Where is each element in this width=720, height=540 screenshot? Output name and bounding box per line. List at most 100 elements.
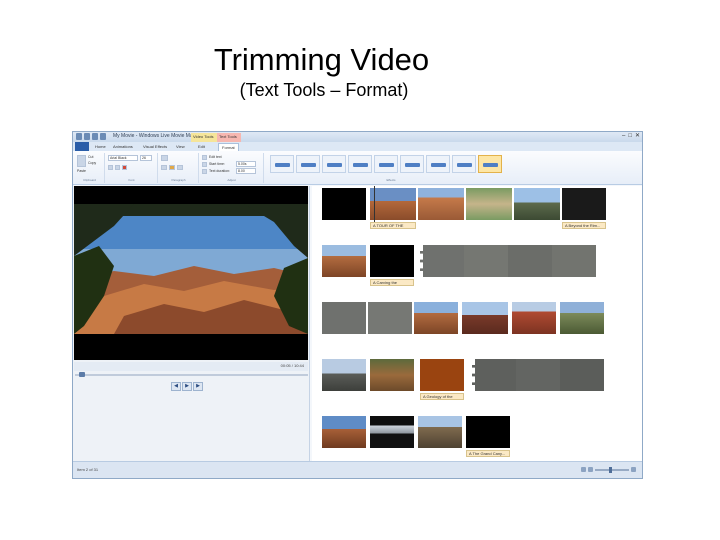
redo-icon[interactable] — [100, 133, 106, 140]
zoom-in-icon[interactable] — [631, 467, 636, 472]
close-icon[interactable]: ✕ — [635, 133, 640, 140]
align-center-icon[interactable] — [177, 165, 183, 170]
effect-slide-icon[interactable] — [426, 155, 450, 173]
font-color-icon[interactable] — [122, 165, 127, 170]
text-caption[interactable]: A TOUR OF THE — [370, 222, 416, 229]
zoom-slider[interactable] — [595, 466, 629, 473]
clip-black[interactable] — [370, 245, 414, 277]
group-label-clipboard: Clipboard — [83, 178, 96, 182]
clip-sunset-canyon[interactable] — [322, 416, 366, 448]
effect-swing-icon[interactable] — [348, 155, 372, 173]
clip-rock-face[interactable] — [464, 245, 508, 277]
cut-button[interactable]: Cut — [88, 155, 93, 159]
clip-rock-face[interactable] — [508, 245, 552, 277]
minimize-icon[interactable]: – — [622, 133, 625, 140]
copy-button[interactable]: Copy — [88, 161, 96, 165]
playhead[interactable] — [374, 186, 375, 224]
tab-view[interactable]: View — [176, 143, 185, 151]
preview-pane: 00:05 / 10:44 ◀ ▶ ▶ — [73, 186, 310, 462]
text-caption[interactable]: A Carving the — [370, 279, 414, 286]
text-caption[interactable]: A Beyond the Rim... — [562, 222, 606, 229]
effect-zoom-icon[interactable] — [400, 155, 424, 173]
quick-access-toolbar — [76, 133, 106, 140]
storyboard-row — [322, 359, 622, 391]
clip-river-bend[interactable] — [370, 359, 414, 391]
zoom-control — [581, 466, 636, 473]
play-icon[interactable]: ▶ — [182, 382, 192, 391]
storyboard-row — [322, 186, 622, 224]
group-clipboard: Paste Cut Copy Clipboard — [75, 153, 105, 183]
text-duration-label: Text duration: — [209, 169, 231, 173]
tab-edit[interactable]: Edit — [198, 143, 205, 151]
clip-canyon-layers[interactable] — [414, 302, 458, 334]
thumbnail-size-icon[interactable] — [581, 467, 586, 472]
bold-icon[interactable] — [108, 165, 113, 170]
clip-rock-face[interactable] — [420, 245, 464, 277]
edit-text-icon[interactable] — [202, 155, 207, 160]
undo-icon[interactable] — [92, 133, 98, 140]
clip-lodge[interactable] — [462, 302, 508, 334]
previous-frame-icon[interactable]: ◀ — [171, 382, 181, 391]
clip-geology-title[interactable] — [420, 359, 464, 391]
clip-canyon-view[interactable] — [322, 245, 366, 277]
clip-bird[interactable] — [472, 359, 516, 391]
start-time-value: 5.00s — [238, 162, 247, 166]
context-tab-video-tools: Video Tools — [191, 133, 217, 142]
clip-bird[interactable] — [516, 359, 560, 391]
seek-thumb[interactable] — [79, 372, 85, 377]
window-title: My Movie - Windows Live Movie Maker — [113, 133, 200, 139]
zoom-out-icon[interactable] — [588, 467, 593, 472]
next-frame-icon[interactable]: ▶ — [193, 382, 203, 391]
align-left-icon[interactable] — [161, 165, 167, 170]
effect-fly-in-icon[interactable] — [270, 155, 294, 173]
clip-canyon-trees[interactable] — [370, 188, 416, 220]
context-tab-text-tools: Text Tools — [217, 133, 241, 142]
clip-horizon[interactable] — [370, 416, 414, 448]
clip-canyon-green[interactable] — [560, 302, 604, 334]
clip-dark-figure[interactable] — [562, 188, 606, 220]
storyboard-row — [322, 245, 622, 277]
text-caption[interactable]: A Geology of the — [420, 393, 464, 400]
file-menu-button[interactable] — [75, 142, 89, 151]
storyboard: A TOUR OF THE A Beyond the Rim... A Carv… — [312, 186, 642, 462]
effect-scroll-icon[interactable] — [322, 155, 346, 173]
italic-icon[interactable] — [115, 165, 120, 170]
background-color-icon[interactable] — [169, 165, 175, 170]
group-label-paragraph: Paragraph — [171, 178, 186, 182]
preview-time-bar: 00:05 / 10:44 — [74, 362, 308, 371]
clip-building[interactable] — [512, 302, 556, 334]
effect-fade-icon[interactable] — [296, 155, 320, 173]
playback-controls: ◀ ▶ ▶ — [171, 382, 203, 391]
effect-pan-icon[interactable] — [374, 155, 398, 173]
clip-rock-face[interactable] — [368, 302, 412, 334]
clip-title-card[interactable] — [322, 188, 366, 220]
group-paragraph: Paragraph — [159, 153, 199, 183]
clip-rock-face[interactable] — [322, 302, 366, 334]
save-icon[interactable] — [84, 133, 90, 140]
clip-cliff-edge[interactable] — [322, 359, 366, 391]
clip-park-sign[interactable] — [514, 188, 560, 220]
clip-canyon-vista[interactable] — [418, 416, 462, 448]
tab-animations[interactable]: Animations — [113, 143, 133, 151]
transparency-icon[interactable] — [161, 155, 168, 161]
edit-text-label[interactable]: Edit text — [209, 155, 222, 159]
video-preview[interactable] — [74, 186, 308, 360]
clip-end-title[interactable] — [466, 416, 510, 448]
clip-map[interactable] — [466, 188, 512, 220]
tab-visual-effects[interactable]: Visual Effects — [143, 143, 167, 151]
group-adjust: Edit text Start time: 5.00s Text duratio… — [200, 153, 264, 183]
maximize-icon[interactable]: □ — [628, 133, 632, 140]
tab-home[interactable]: Home — [95, 143, 106, 151]
slide-title: Trimming Video — [213, 42, 430, 77]
clip-rock-face[interactable] — [552, 245, 596, 277]
text-caption[interactable]: A The Grand Cany... — [466, 450, 510, 457]
paste-icon[interactable] — [77, 155, 86, 167]
clip-bird[interactable] — [560, 359, 604, 391]
movie-maker-window: My Movie - Windows Live Movie Maker Vide… — [72, 131, 643, 479]
effect-selected-icon[interactable] — [478, 155, 502, 173]
clip-canyon-river[interactable] — [418, 188, 464, 220]
group-label-adjust: Adjust — [227, 178, 236, 182]
seek-bar[interactable] — [75, 372, 308, 377]
app-menu-icon[interactable] — [76, 133, 82, 140]
effect-split-icon[interactable] — [452, 155, 476, 173]
